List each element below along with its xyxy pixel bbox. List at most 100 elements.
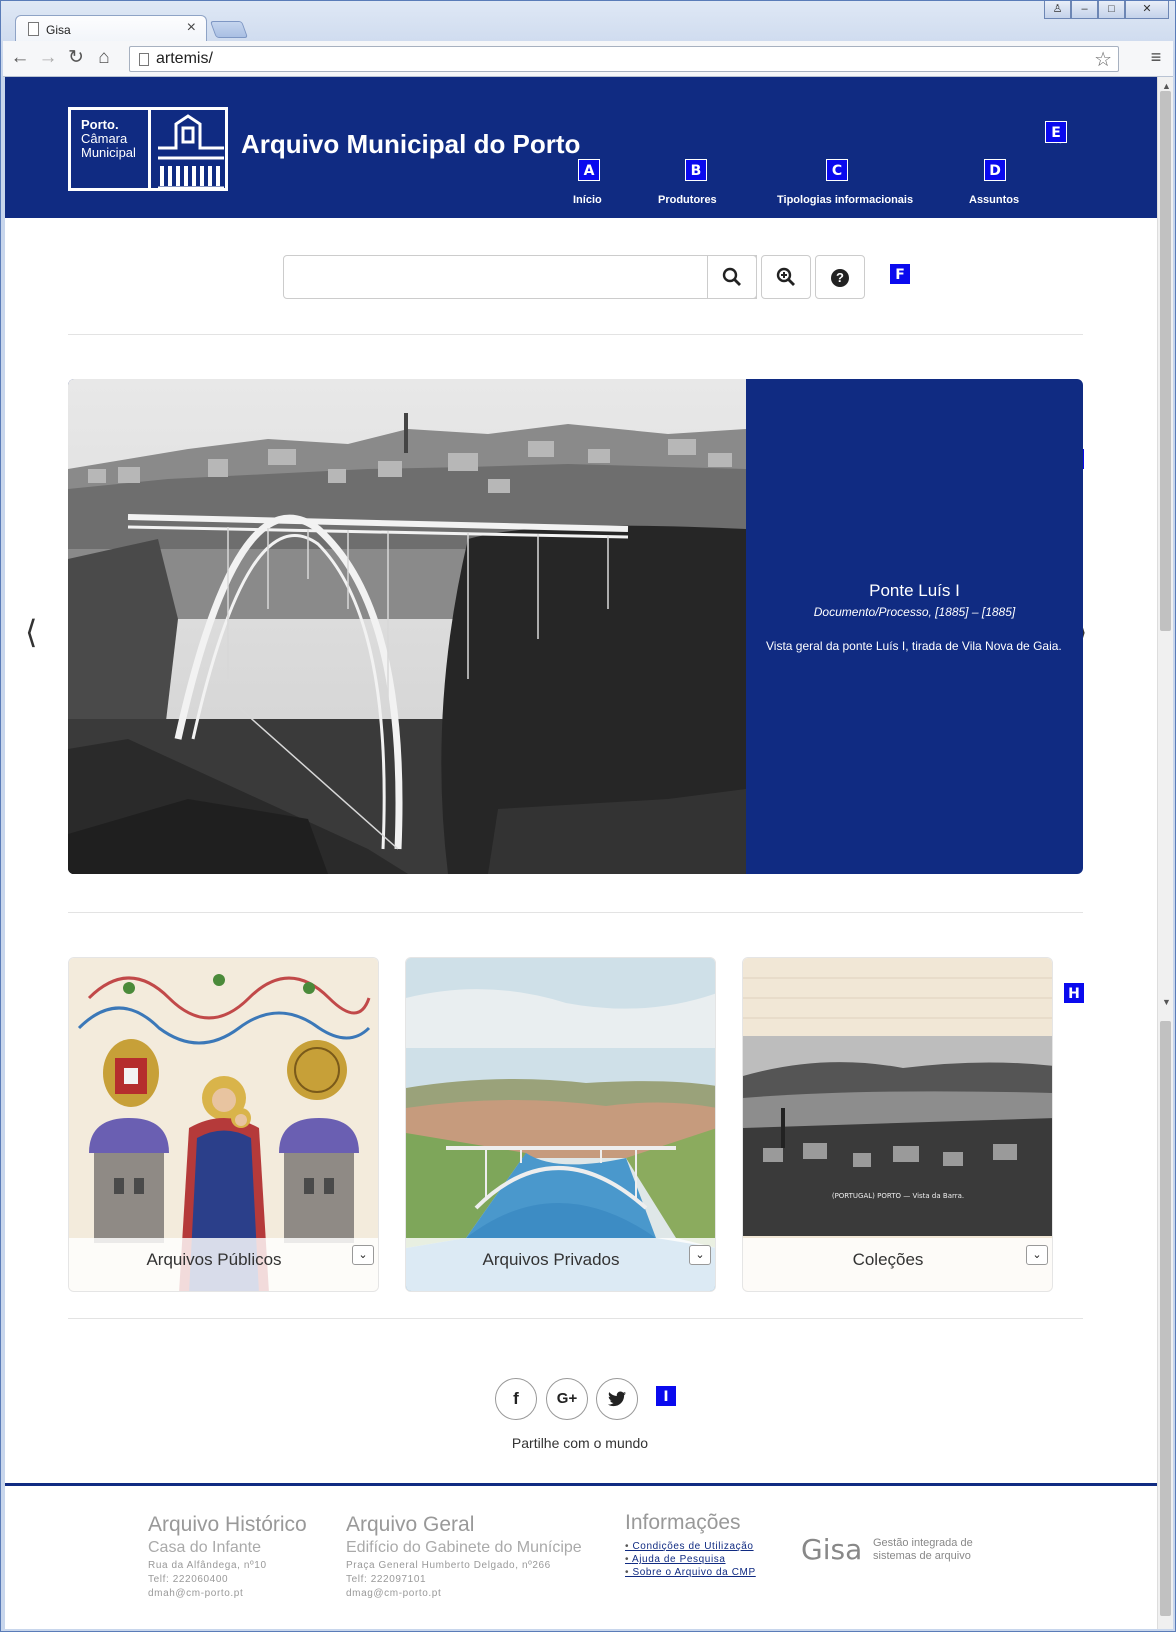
card-label[interactable]: Coleções [743,1250,1033,1270]
footer-informacoes: Informações Condições de Utilização Ajud… [625,1511,756,1578]
building-icon [158,114,224,188]
browser-tab[interactable]: Gisa × [15,15,207,42]
home-icon[interactable]: ⌂ [93,47,115,69]
carousel-caption: Ponte Luís I Documento/Processo, [1885] … [746,379,1083,874]
new-tab-button[interactable] [209,21,249,38]
close-window-button[interactable]: ✕ [1125,1,1169,19]
gisa-tagline: Gestão integrada de sistemas de arquivo [873,1537,973,1562]
browser-window: Gisa × ♙ – □ ✕ ← → ↻ ⌂ artemis/ ☆ ≡ Port… [0,0,1176,1632]
footer-arquivo-historico: Arquivo Histórico Casa do Infante Rua da… [148,1513,307,1599]
logo-line1: Porto. [81,117,119,132]
annotation-badge-i: I [655,1385,677,1407]
footer-phone: Telf: 222097101 [346,1574,427,1585]
nav-assuntos[interactable]: Assuntos [969,194,1019,206]
footer-link-condicoes[interactable]: Condições de Utilização [625,1541,756,1552]
footer-arquivo-geral: Arquivo Geral Edifício do Gabinete do Mu… [346,1513,582,1599]
page-icon [139,53,149,66]
maximize-button[interactable]: □ [1098,1,1125,19]
card-label[interactable]: Arquivos Públicos [69,1250,359,1270]
scrollbar-thumb-lower[interactable] [1160,1021,1171,1616]
annotation-badge-b: B [685,159,707,181]
divider [68,912,1083,913]
page-viewport: Porto. Câmara Municipal Arquivo Municipa… [5,77,1157,1629]
annotation-badge-e: E [1045,121,1067,143]
carousel-prev-icon[interactable]: ⟨ [25,613,37,651]
scroll-up-icon[interactable]: ▲ [1162,81,1171,91]
footer-subheading: Casa do Infante [148,1539,261,1556]
tab-title: Gisa [46,23,71,37]
browser-toolbar: ← → ↻ ⌂ artemis/ ☆ ≡ [3,41,1173,77]
footer-phone: Telf: 222060400 [148,1574,229,1585]
ponte-luis-photo [68,379,746,874]
divider [68,334,1083,335]
reload-icon[interactable]: ↻ [65,47,87,69]
featured-carousel[interactable]: Ponte Luís I Documento/Processo, [1885] … [68,379,1083,874]
caption-title[interactable]: Ponte Luís I [746,581,1083,601]
back-icon[interactable]: ← [9,47,31,69]
user-icon[interactable]: ♙ [1044,1,1071,19]
vertical-scrollbar[interactable]: ▲ ▼ [1157,77,1173,1629]
annotation-badge-f: F [889,263,911,285]
google-plus-share-button[interactable]: G+ [546,1378,588,1420]
footer-link-ajuda[interactable]: Ajuda de Pesquisa [625,1554,756,1565]
twitter-icon [608,1391,626,1407]
logo-line2: Câmara [81,131,128,146]
footer-address: Rua da Alfândega, nº10 [148,1560,267,1571]
nav-produtores[interactable]: Produtores [658,194,717,206]
footer-subheading: Edifício do Gabinete do Munícipe [346,1539,582,1556]
card-label[interactable]: Arquivos Privados [406,1250,696,1270]
share-text: Partilhe com o mundo [511,1435,649,1451]
footer-heading: Arquivo Geral [346,1513,475,1536]
site-title[interactable]: Arquivo Municipal do Porto [241,129,580,160]
facebook-icon: f [513,1389,519,1408]
site-header: Porto. Câmara Municipal Arquivo Municipa… [5,77,1157,218]
card-arquivos-privados[interactable]: Arquivos Privados ⌄ [405,957,716,1292]
footer-email: dmah@cm-porto.pt [148,1588,244,1599]
forward-icon[interactable]: → [37,47,59,69]
annotation-badge-d: D [984,159,1006,181]
annotation-badge-c: C [826,159,848,181]
footer-email: dmag@cm-porto.pt [346,1588,442,1599]
help-icon: ? [831,269,849,288]
divider [68,1318,1083,1319]
footer-divider [5,1483,1157,1486]
annotation-badge-h: H [1063,982,1085,1004]
menu-icon[interactable]: ≡ [1145,47,1167,69]
cmp-logo[interactable]: Porto. Câmara Municipal [68,107,228,191]
chevron-down-icon[interactable]: ⌄ [352,1245,374,1265]
help-button[interactable]: ? [815,255,865,299]
logo-line3: Municipal [81,145,136,160]
search-button[interactable] [707,255,757,299]
url-text: artemis/ [156,50,213,67]
postcard-caption: (PORTUGAL) PORTO — Vista da Barra. [832,1192,964,1200]
search-input[interactable] [283,255,757,299]
zoom-in-icon [776,267,795,286]
minimize-button[interactable]: – [1071,1,1098,19]
twitter-share-button[interactable] [596,1378,638,1420]
bookmark-star-icon[interactable]: ☆ [1094,47,1112,72]
title-bar: Gisa × ♙ – □ ✕ [1,1,1176,42]
card-arquivos-publicos[interactable]: Arquivos Públicos ⌄ [68,957,379,1292]
annotation-badge-a: A [578,159,600,181]
footer-link-sobre[interactable]: Sobre o Arquivo da CMP [625,1567,756,1578]
scroll-down-icon[interactable]: ▼ [1162,997,1171,1007]
facebook-share-button[interactable]: f [495,1378,537,1420]
footer-heading: Informações [625,1511,741,1534]
caption-subtitle: Documento/Processo, [1885] – [1885] [813,605,1016,619]
scrollbar-thumb[interactable] [1160,91,1171,631]
address-bar[interactable]: artemis/ ☆ [129,46,1119,72]
advanced-search-button[interactable] [761,255,811,299]
footer-address: Praça General Humberto Delgado, nº266 [346,1560,551,1571]
chevron-down-icon[interactable]: ⌄ [1026,1245,1048,1265]
gisa-logo[interactable]: Gisa [801,1533,862,1566]
tab-close-icon[interactable]: × [187,19,196,37]
google-plus-icon: G+ [556,1390,578,1407]
search-icon [722,267,741,286]
chevron-down-icon[interactable]: ⌄ [689,1245,711,1265]
page-icon [28,22,39,36]
nav-tipologias[interactable]: Tipologias informacionais [777,194,913,206]
caption-description: Vista geral da ponte Luís I, tirada de V… [766,639,1062,653]
card-colecoes[interactable]: (PORTUGAL) PORTO — Vista da Barra. Coleç… [742,957,1053,1292]
footer-heading: Arquivo Histórico [148,1513,307,1536]
nav-inicio[interactable]: Início [573,194,602,206]
